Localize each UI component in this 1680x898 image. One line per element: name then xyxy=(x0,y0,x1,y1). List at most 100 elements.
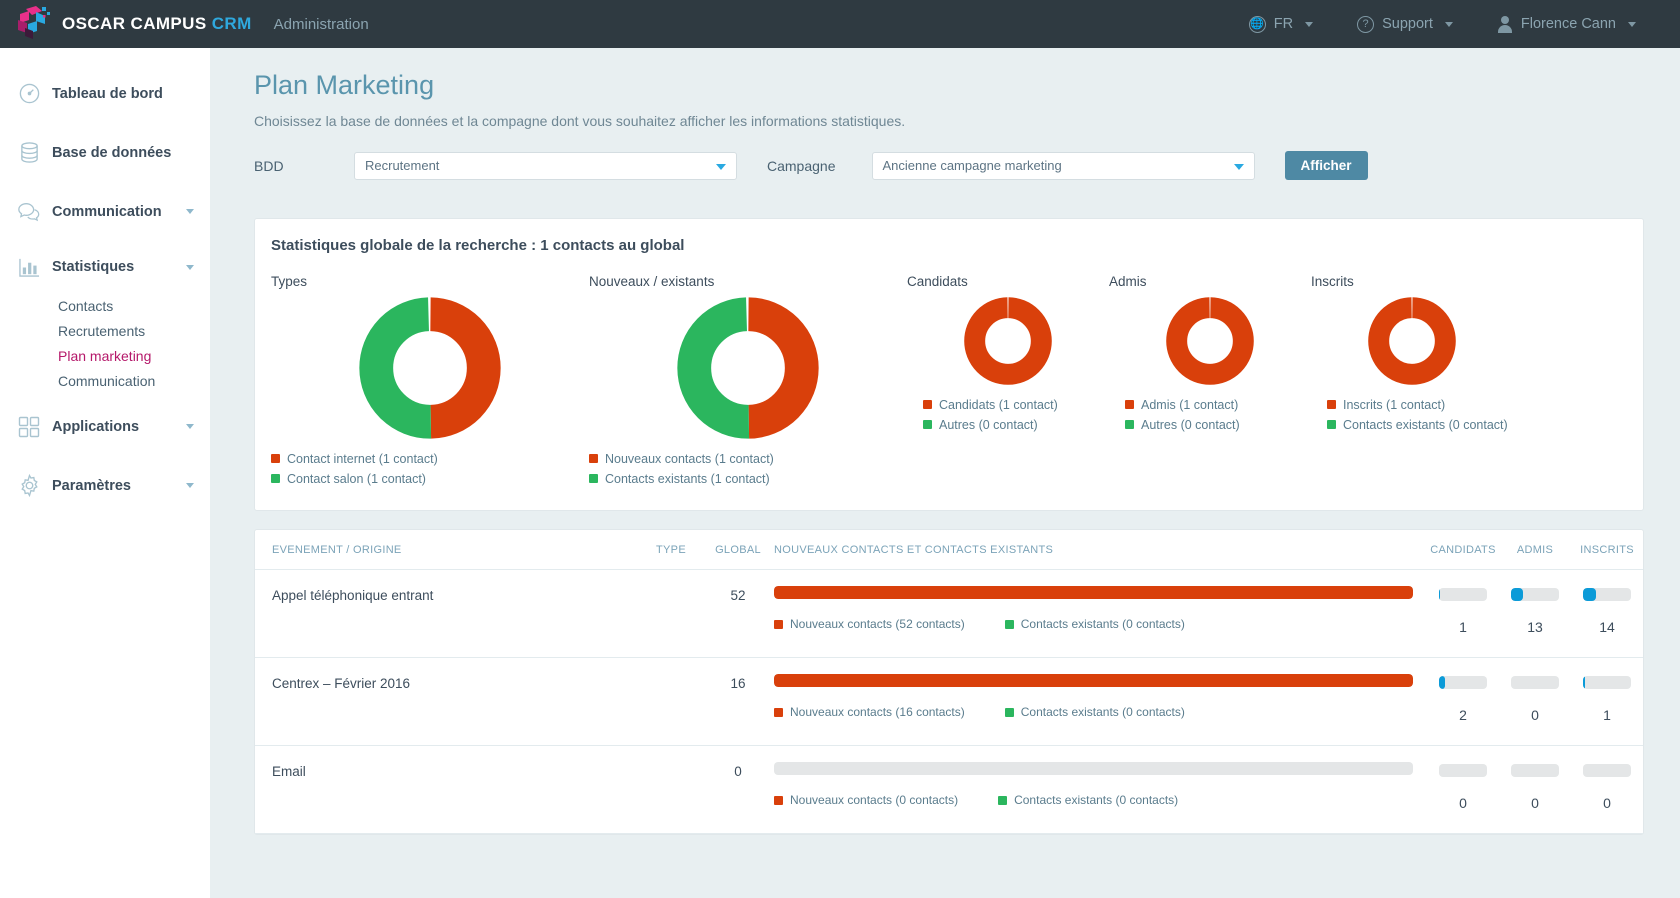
legend-item: Admis (1 contact) xyxy=(1125,397,1311,414)
cell-global: 0 xyxy=(734,764,742,779)
legend-item: Contact salon (1 contact) xyxy=(271,471,589,488)
campagne-select[interactable]: Ancienne campagne marketing xyxy=(871,151,1255,180)
donut-title: Candidats xyxy=(907,274,968,289)
cell-type xyxy=(640,762,702,764)
support-menu[interactable]: ? Support xyxy=(1335,15,1475,33)
mix-legend: Nouveaux contacts (16 contacts) Contacts… xyxy=(774,705,1413,721)
sidebar-item-statistiques[interactable]: Statistiques xyxy=(0,241,210,293)
sidebar: Tableau de bord Base de données Communic… xyxy=(0,48,210,898)
legend-swatch-orange xyxy=(1327,400,1336,409)
legend-item: Candidats (1 contact) xyxy=(923,397,1109,414)
donut-graphic xyxy=(589,297,907,439)
donut-graphic xyxy=(1109,297,1311,385)
top-bar-right: 🌐 FR ? Support Florence Cann xyxy=(1227,15,1680,33)
donut-graphic xyxy=(1311,297,1513,385)
cell-mix: Nouveaux contacts (52 contacts) Contacts… xyxy=(774,586,1427,633)
legend-label: Candidats (1 contact) xyxy=(939,398,1058,412)
afficher-button[interactable]: Afficher xyxy=(1284,151,1368,180)
chevron-down-icon xyxy=(186,209,194,214)
sidebar-item-communication[interactable]: Communication xyxy=(0,182,210,241)
gear-icon xyxy=(14,474,44,497)
donut-legend: Nouveaux contacts (1 contact) Contacts e… xyxy=(589,451,907,490)
legend-swatch-orange xyxy=(774,708,783,717)
donut-chart-candidats: Candidats Candidats (1 contact) Autres (… xyxy=(907,274,1109,436)
legend-item: Autres (0 contact) xyxy=(923,417,1109,434)
legend-item: Autres (0 contact) xyxy=(1125,417,1311,434)
legend-item: Contact internet (1 contact) xyxy=(271,451,589,468)
sidebar-item-base-de-donnees[interactable]: Base de données xyxy=(0,123,210,182)
avatar-icon xyxy=(1497,15,1513,33)
table-row[interactable]: Email 0 Nouveaux contacts (0 contacts) C… xyxy=(255,746,1643,834)
sidebar-subitem-contacts[interactable]: Contacts xyxy=(0,293,210,318)
sidebar-item-label: Communication xyxy=(52,203,162,220)
brand-accent: CRM xyxy=(211,14,252,33)
legend-swatch-orange xyxy=(271,454,280,463)
user-menu[interactable]: Florence Cann xyxy=(1475,15,1658,33)
sidebar-subitem-recrutements[interactable]: Recrutements xyxy=(0,318,210,343)
legend-label: Contacts existants (0 contact) xyxy=(1343,417,1508,432)
donut-charts-row: Types Contact internet (1 contact) Conta… xyxy=(271,274,1627,490)
mix-bar-track xyxy=(774,586,1413,599)
legend-label: Autres (0 contact) xyxy=(939,417,1038,432)
column-header-type: TYPE xyxy=(656,544,686,556)
bdd-select[interactable]: Recrutement xyxy=(354,151,737,180)
chevron-down-icon xyxy=(186,424,194,429)
donut-svg xyxy=(359,297,501,439)
support-label: Support xyxy=(1382,16,1433,32)
stats-card-title: Statistiques globale de la recherche : 1… xyxy=(271,237,685,254)
table-header-row: EVENEMENT / ORIGINE TYPE GLOBAL NOUVEAUX… xyxy=(255,530,1643,570)
legend-swatch-orange xyxy=(589,454,598,463)
sidebar-item-parametres[interactable]: Paramètres xyxy=(0,456,210,515)
cell-mix: Nouveaux contacts (0 contacts) Contacts … xyxy=(774,762,1427,809)
inscrits-value: 14 xyxy=(1599,619,1615,635)
sidebar-subitem-plan-marketing[interactable]: Plan marketing xyxy=(0,343,210,368)
legend-label: Contact internet (1 contact) xyxy=(287,452,438,466)
mix-bar-fill xyxy=(774,674,1413,687)
legend-swatch-green xyxy=(923,419,932,429)
inscrits-bar-track xyxy=(1583,764,1631,777)
legend-label: Nouveaux contacts (1 contact) xyxy=(605,452,774,466)
sidebar-item-label: Statistiques xyxy=(52,259,135,275)
legend-label: Contacts existants (0 contacts) xyxy=(1020,617,1185,631)
donut-graphic xyxy=(271,297,589,439)
legend-label: Contact salon (1 contact) xyxy=(287,471,426,486)
legend-item: Nouveaux contacts (1 contact) xyxy=(589,451,907,468)
dashboard-icon xyxy=(14,82,44,105)
legend-swatch-orange xyxy=(774,620,783,629)
cell-admis: 0 xyxy=(1499,762,1571,811)
table-row[interactable]: Centrex – Février 2016 16 Nouveaux conta… xyxy=(255,658,1643,746)
column-header-inscrits: INSCRITS xyxy=(1580,544,1634,556)
donut-legend: Contact internet (1 contact) Contact sal… xyxy=(271,451,589,490)
brand-title[interactable]: OSCAR CAMPUS CRM xyxy=(62,14,252,34)
candidats-bar-fill xyxy=(1439,588,1440,601)
donut-svg xyxy=(677,297,819,439)
bdd-label: BDD xyxy=(254,157,284,174)
legend-item: Contacts existants (0 contacts) xyxy=(998,793,1178,809)
cell-candidats: 2 xyxy=(1427,674,1499,723)
user-name: Florence Cann xyxy=(1520,16,1616,32)
legend-item: Contacts existants (0 contacts) xyxy=(1004,617,1185,633)
sidebar-item-tableau-de-bord[interactable]: Tableau de bord xyxy=(0,64,210,123)
page-title: Plan Marketing xyxy=(254,70,435,100)
sidebar-item-label: Paramètres xyxy=(52,477,131,494)
legend-item: Nouveaux contacts (16 contacts) xyxy=(774,705,965,721)
candidats-value: 1 xyxy=(1459,619,1467,635)
sidebar-item-label: Tableau de bord xyxy=(52,85,163,102)
bar-chart-icon xyxy=(14,257,44,278)
section-label[interactable]: Administration xyxy=(274,16,369,33)
table-row[interactable]: Appel téléphonique entrant 52 Nouveaux c… xyxy=(255,570,1643,658)
sidebar-subitem-communication[interactable]: Communication xyxy=(0,368,210,393)
column-header-origine: EVENEMENT / ORIGINE xyxy=(272,544,402,556)
cell-admis: 0 xyxy=(1499,674,1571,723)
language-selector[interactable]: 🌐 FR xyxy=(1227,15,1335,33)
language-label: FR xyxy=(1273,16,1294,32)
donut-title: Admis xyxy=(1109,274,1147,289)
mix-legend: Nouveaux contacts (0 contacts) Contacts … xyxy=(774,793,1413,809)
cell-global: 16 xyxy=(730,676,746,691)
page-subtitle: Choisissez la base de données et la comp… xyxy=(254,113,906,129)
cell-type xyxy=(640,674,702,676)
cell-inscrits: 14 xyxy=(1571,586,1643,635)
donut-legend: Inscrits (1 contact) Contacts existants … xyxy=(1311,397,1513,436)
brand-main: OSCAR CAMPUS xyxy=(62,14,212,33)
sidebar-item-applications[interactable]: Applications xyxy=(0,397,210,456)
